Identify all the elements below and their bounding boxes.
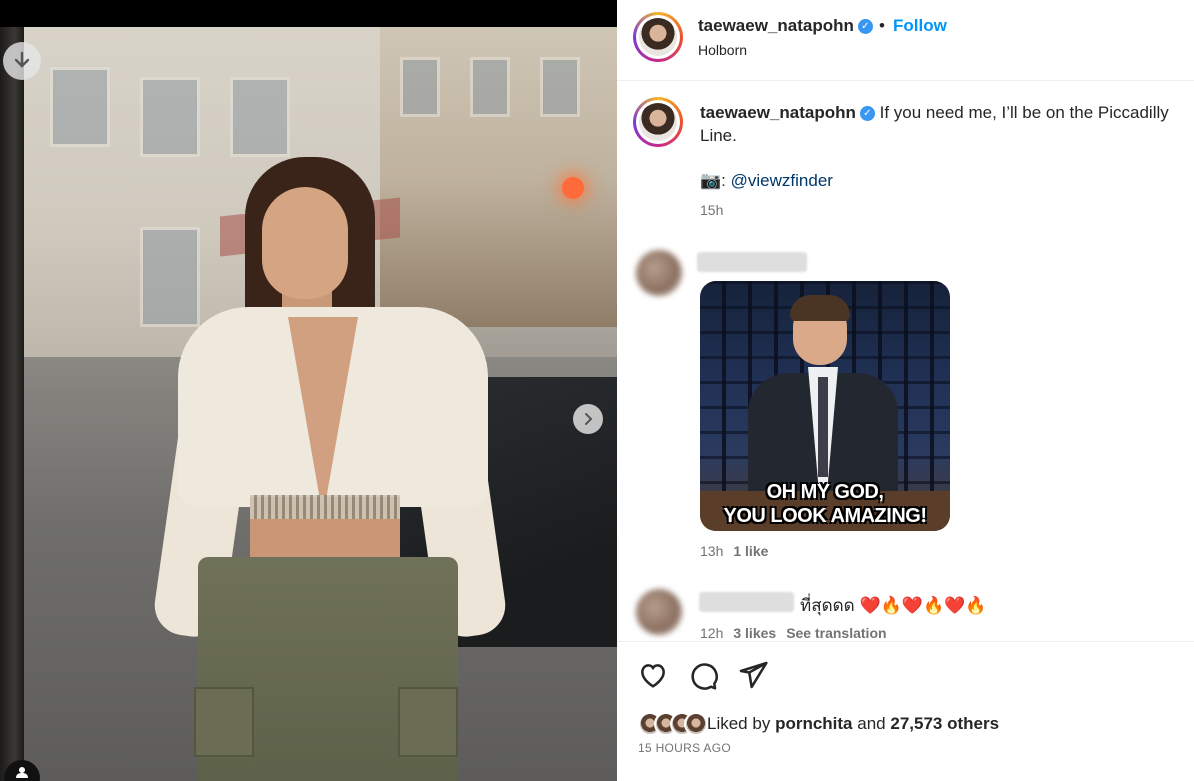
author-avatar[interactable] [633, 12, 683, 62]
photo-credit: 📷: @viewzfinder [700, 171, 833, 191]
comment-likes[interactable]: 3 likes [733, 625, 776, 641]
follow-button[interactable]: Follow [893, 16, 947, 36]
photo-pole [0, 27, 24, 781]
photo-subject [150, 157, 510, 781]
post-header: taewaew_natapohn ✓ • Follow Holborn [617, 0, 1194, 81]
heart-icon[interactable] [637, 659, 669, 691]
comment-gif[interactable]: OH MY GOD, YOU LOOK AMAZING! [700, 281, 950, 531]
emoji-fire-icon: 🔥 [922, 596, 945, 615]
emoji-heart-icon: ❤️ [944, 596, 966, 615]
header-separator: • [879, 16, 885, 35]
verified-icon: ✓ [859, 106, 875, 122]
traffic-light [562, 177, 584, 199]
comment-icon[interactable] [687, 659, 719, 691]
liked-by-prefix: Liked by [707, 714, 771, 733]
liked-by-count[interactable]: 27,573 others [890, 714, 999, 733]
gif-caption-line2: YOU LOOK AMAZING! [723, 505, 927, 527]
comment-meta: 13h 1 like [700, 543, 768, 559]
emoji-fire-icon: 🔥 [880, 596, 902, 615]
liked-by-avatars[interactable] [638, 712, 708, 738]
liked-by: Liked by pornchita and 27,573 others [707, 714, 999, 734]
post-actions: Liked by pornchita and 27,573 others 15 … [617, 641, 1194, 781]
post-sidebar: taewaew_natapohn ✓ • Follow Holborn taewa… [617, 0, 1194, 781]
post-location[interactable]: Holborn [698, 42, 747, 58]
caption: taewaew_natapohn ✓ If you need me, I’ll b… [700, 101, 1180, 147]
caption-time[interactable]: 15h [700, 202, 723, 218]
verified-icon: ✓ [857, 19, 873, 35]
liked-by-and: and [857, 714, 886, 733]
comment-username-redacted[interactable] [699, 592, 794, 612]
comment-text: ที่สุดดด ❤️🔥❤️🔥❤️🔥 [800, 592, 986, 619]
share-icon[interactable] [737, 659, 769, 691]
post-time-ago[interactable]: 15 HOURS AGO [638, 741, 731, 755]
author-username[interactable]: taewaew_natapohn ✓ [698, 16, 873, 36]
comment-avatar[interactable] [636, 589, 682, 635]
comment-time[interactable]: 12h [700, 625, 723, 641]
comment-meta: 12h 3 likes See translation [700, 625, 887, 641]
comment-time[interactable]: 13h [700, 543, 723, 559]
liked-by-user[interactable]: pornchita [775, 714, 852, 733]
comment-text-body: ที่สุดดด [800, 596, 855, 615]
caption-username[interactable]: taewaew_natapohn [700, 103, 856, 122]
emoji-heart-icon: ❤️ [901, 596, 923, 615]
emoji-heart-icon: ❤️ [859, 596, 881, 615]
download-icon[interactable] [3, 42, 41, 80]
caption-author-avatar[interactable] [633, 97, 683, 147]
comments-list[interactable]: taewaew_natapohn ✓ If you need me, I’ll b… [617, 81, 1194, 641]
comment-likes[interactable]: 1 like [733, 543, 768, 559]
emoji-fire-icon: 🔥 [965, 596, 987, 615]
post-media [0, 0, 617, 781]
post-photo [0, 27, 617, 781]
post-modal: taewaew_natapohn ✓ • Follow Holborn taewa… [0, 0, 1194, 781]
credit-handle[interactable]: @viewzfinder [731, 171, 833, 190]
credit-prefix: : [721, 171, 726, 190]
see-translation-link[interactable]: See translation [786, 625, 886, 641]
comment-avatar[interactable] [636, 250, 682, 296]
comment-username-redacted[interactable] [697, 252, 807, 272]
gif-caption-line1: OH MY GOD, [766, 481, 884, 503]
camera-icon: 📷 [700, 171, 722, 190]
chevron-right-icon[interactable] [573, 404, 603, 434]
